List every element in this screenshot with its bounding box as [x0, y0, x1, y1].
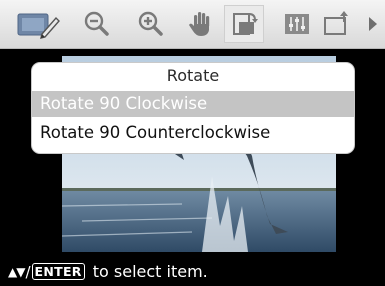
status-bar: ▲▼ / ENTER to select item. [0, 257, 385, 286]
zoom-out-icon[interactable] [82, 8, 112, 40]
menu-title: Rotate [166, 66, 220, 85]
up-down-arrows-icon: ▲▼ [8, 264, 25, 279]
separator-slash: / [25, 262, 31, 281]
adjust-icon[interactable] [282, 8, 312, 40]
screen: Rotate Rotate 90 Clockwise Rotate 90 Cou… [0, 0, 385, 286]
hint-text: to select item. [92, 262, 208, 281]
menu-item-rotate-clockwise[interactable]: Rotate 90 Clockwise [32, 91, 354, 117]
menu-item-rotate-counterclockwise[interactable]: Rotate 90 Counterclockwise [32, 120, 354, 146]
enter-key-icon: ENTER [31, 263, 85, 280]
zoom-in-icon[interactable] [136, 8, 166, 40]
hand-icon[interactable] [186, 8, 216, 40]
more-arrow-icon[interactable] [366, 8, 380, 40]
edit-icon[interactable] [16, 8, 60, 40]
toolbar [0, 0, 385, 49]
rotate-menu: Rotate Rotate 90 Clockwise Rotate 90 Cou… [32, 63, 354, 153]
rotate-icon[interactable] [224, 5, 264, 43]
frame-icon[interactable] [322, 8, 352, 40]
